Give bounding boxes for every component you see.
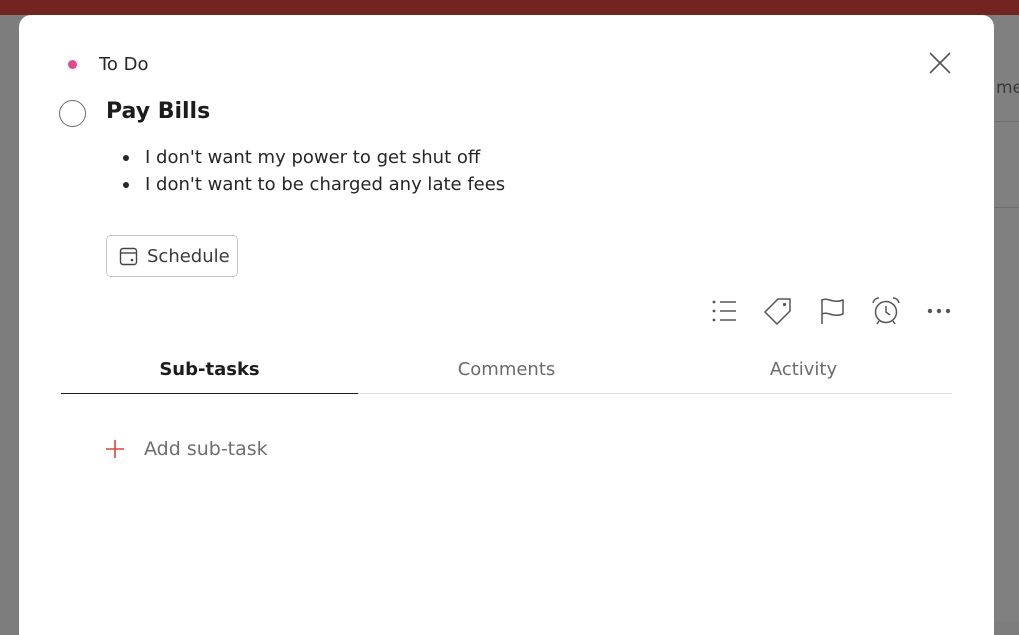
add-subtask-button[interactable]: Add sub-task (104, 434, 268, 464)
project-name: To Do (99, 53, 149, 75)
tag-icon (764, 298, 791, 325)
note-item: I don't want my power to get shut off (123, 144, 505, 171)
background-partial-text: me (996, 78, 1019, 98)
list-icon (712, 300, 736, 322)
background-divider (994, 207, 1019, 208)
task-detail-dialog: To Do Pay Bills I don't want my power to… (19, 15, 994, 635)
more-options-button[interactable] (924, 295, 956, 327)
schedule-button[interactable]: Schedule (106, 235, 238, 277)
app-header-bar (0, 0, 1019, 15)
background-divider (994, 121, 1019, 122)
reminder-button[interactable] (870, 295, 902, 327)
note-item: I don't want to be charged any late fees (123, 171, 505, 198)
tab-comments[interactable]: Comments (358, 353, 655, 393)
background-panel (994, 15, 1019, 621)
task-notes[interactable]: I don't want my power to get shut off I … (123, 144, 505, 198)
project-color-dot (68, 59, 77, 69)
flag-icon (821, 298, 844, 324)
detail-tabs: Sub-tasks Comments Activity (61, 353, 952, 394)
list-button[interactable] (708, 295, 740, 327)
schedule-label: Schedule (147, 245, 230, 267)
plus-icon (106, 440, 124, 458)
alarm-icon (872, 297, 900, 325)
tab-activity[interactable]: Activity (655, 353, 952, 393)
tab-subtasks[interactable]: Sub-tasks (61, 353, 358, 394)
project-selector[interactable]: To Do (68, 53, 149, 75)
add-subtask-label: Add sub-task (144, 438, 268, 460)
more-icon (927, 308, 951, 314)
task-title[interactable]: Pay Bills (106, 99, 210, 124)
calendar-icon (119, 247, 138, 265)
close-icon (929, 52, 951, 74)
tag-button[interactable] (762, 295, 794, 327)
complete-task-checkbox[interactable] (59, 100, 86, 127)
close-button[interactable] (924, 47, 956, 79)
flag-button[interactable] (816, 295, 848, 327)
